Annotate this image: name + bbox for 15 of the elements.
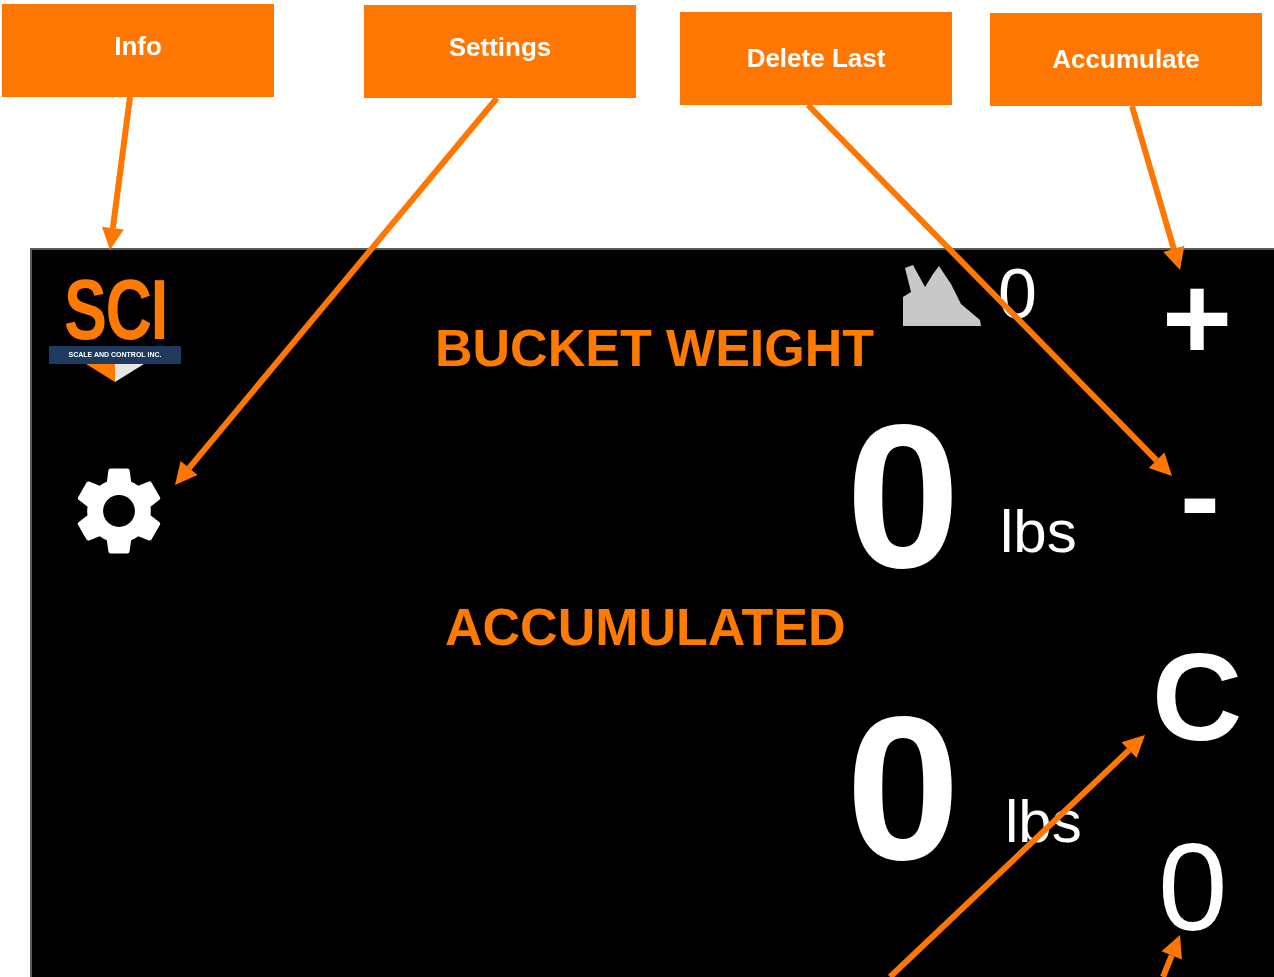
bucket-icon (903, 262, 981, 327)
delete-last-button[interactable]: - (1170, 455, 1230, 535)
accumulated-value: 0 (846, 685, 960, 890)
bucket-weight-value: 0 (846, 393, 960, 598)
bucket-weight-unit: lbs (1000, 502, 1077, 562)
callout-label: Delete Last (680, 12, 952, 105)
accumulate-button[interactable]: + (1158, 278, 1236, 358)
bucket-weight-heading: BUCKET WEIGHT (435, 322, 875, 374)
callout-label: Accumulate (990, 13, 1262, 106)
clear-button[interactable]: C (1152, 634, 1243, 759)
callout-arrow (1160, 935, 1182, 977)
callout-label: Info (2, 4, 274, 97)
accumulated-heading: ACCUMULATED (445, 601, 846, 653)
callout-label: Settings (364, 5, 636, 98)
load-count: 0 (1158, 824, 1228, 949)
